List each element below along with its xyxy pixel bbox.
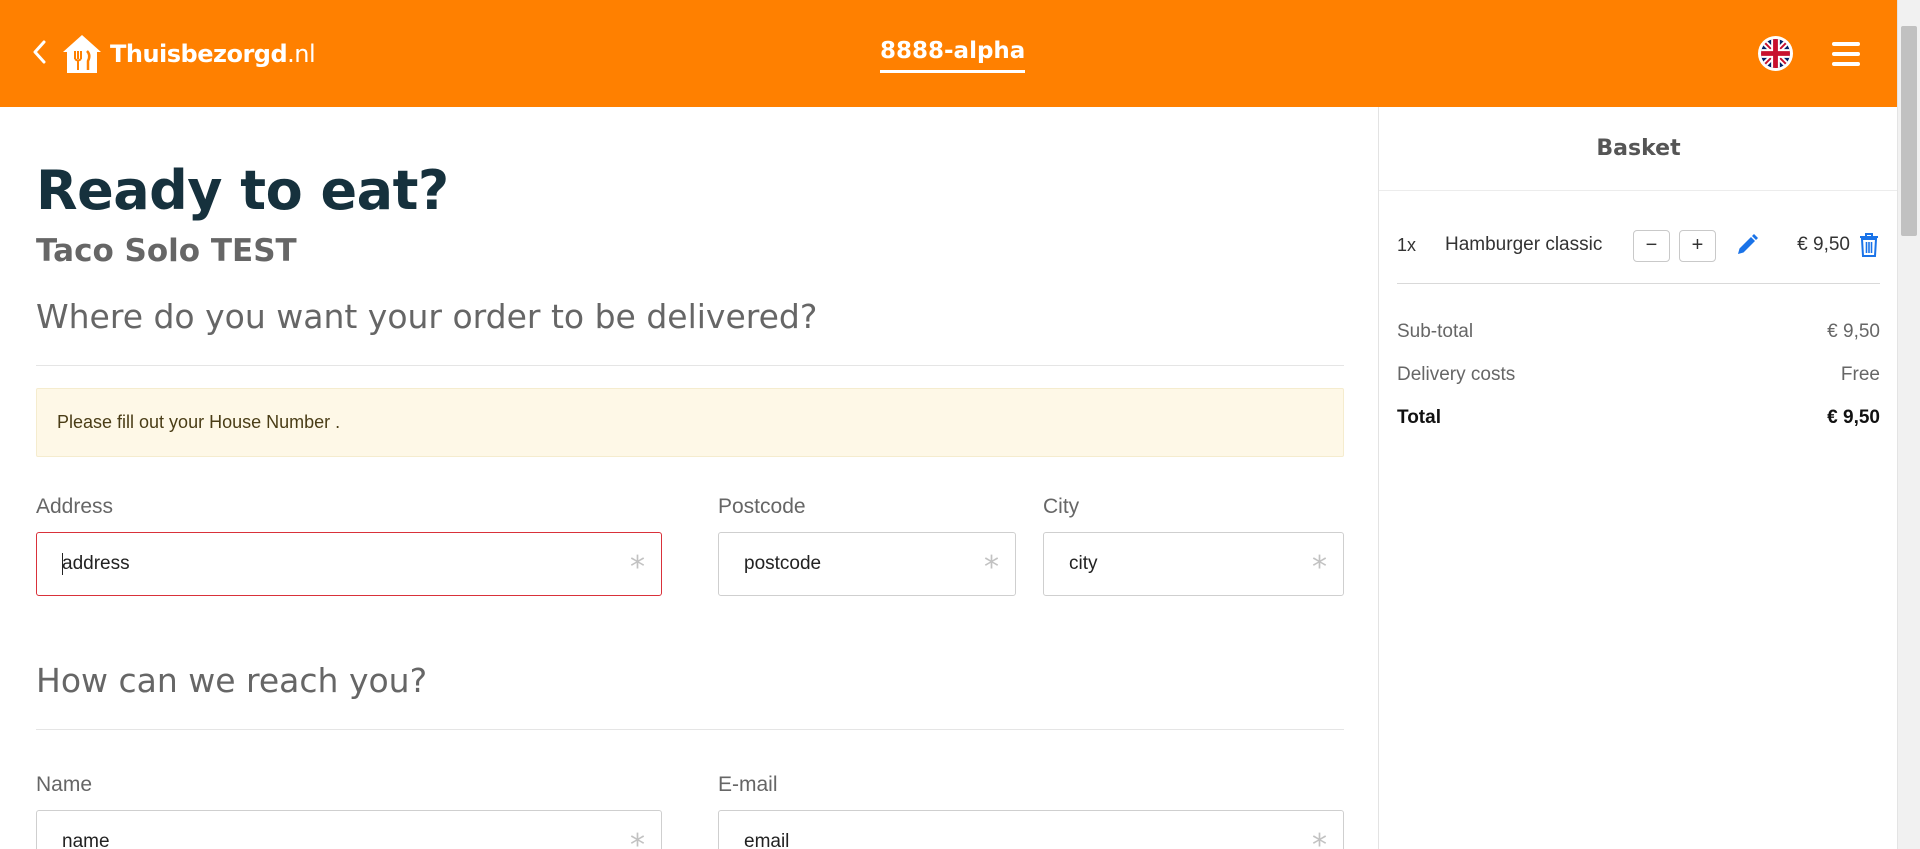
total-label: Total	[1397, 407, 1441, 428]
uk-flag-icon	[1761, 39, 1790, 68]
delivery-costs-label: Delivery costs	[1397, 364, 1516, 385]
delivery-costs-value: Free	[1840, 364, 1880, 385]
page-scrollbar[interactable]	[1897, 0, 1920, 849]
restaurant-name: Taco Solo TEST	[36, 233, 297, 269]
hamburger-menu-icon[interactable]	[1832, 42, 1860, 66]
address-label: Address	[36, 495, 114, 518]
decrease-quantity-button[interactable]: −	[1633, 230, 1670, 262]
required-marker: *	[984, 550, 999, 585]
page-title: Ready to eat?	[36, 159, 449, 222]
required-marker: *	[630, 828, 645, 849]
top-header: Thuisbezorgd.nl 8888-alpha	[0, 0, 1897, 107]
name-label: Name	[36, 773, 93, 796]
text-caret	[62, 553, 63, 575]
logo-house-icon	[63, 35, 101, 73]
address-field[interactable]: *	[36, 532, 662, 596]
chevron-left-icon	[33, 40, 46, 64]
subtotal-value: € 9,50	[1827, 321, 1880, 342]
required-marker: *	[630, 550, 645, 585]
basket-panel: Basket 1x Hamburger classic − + € 9,50 S…	[1378, 107, 1898, 849]
email-input[interactable]	[719, 811, 1343, 849]
address-input[interactable]	[37, 533, 661, 595]
language-selector[interactable]	[1758, 36, 1793, 71]
increase-quantity-button[interactable]: +	[1679, 230, 1716, 262]
validation-alert: Please fill out your House Number .	[36, 388, 1344, 457]
total-value: € 9,50	[1827, 407, 1880, 428]
postcode-input[interactable]	[719, 533, 1015, 595]
city-field[interactable]: *	[1043, 532, 1344, 596]
item-quantity: 1x	[1397, 235, 1417, 255]
contact-heading: How can we reach you?	[36, 661, 428, 700]
back-button[interactable]	[32, 40, 52, 66]
logo-text: Thuisbezorgd.nl	[110, 40, 316, 68]
basket-title: Basket	[1379, 107, 1898, 191]
required-marker: *	[1312, 828, 1327, 849]
scrollbar-thumb[interactable]	[1901, 26, 1917, 236]
delivery-costs-row: Delivery costs Free	[1397, 364, 1880, 390]
basket-item: 1x Hamburger classic − + € 9,50	[1397, 227, 1880, 265]
divider	[36, 729, 1344, 730]
subtotal-label: Sub-total	[1397, 321, 1474, 342]
subtotal-row: Sub-total € 9,50	[1397, 321, 1880, 347]
item-name: Hamburger classic	[1445, 234, 1603, 255]
total-row: Total € 9,50	[1397, 407, 1880, 433]
required-marker: *	[1312, 550, 1327, 585]
divider	[36, 365, 1344, 366]
restaurant-link[interactable]: 8888-alpha	[880, 38, 1026, 73]
name-field[interactable]: *	[36, 810, 662, 849]
alert-text: Please fill out your House Number .	[57, 412, 341, 432]
postcode-label: Postcode	[718, 495, 806, 518]
delivery-heading: Where do you want your order to be deliv…	[36, 297, 818, 336]
edit-pencil-icon[interactable]	[1735, 233, 1759, 257]
city-input[interactable]	[1044, 533, 1343, 595]
email-label: E-mail	[718, 773, 778, 796]
divider	[1397, 283, 1880, 284]
postcode-field[interactable]: *	[718, 532, 1016, 596]
city-label: City	[1043, 495, 1080, 518]
name-input[interactable]	[37, 811, 661, 849]
trash-icon[interactable]	[1858, 232, 1880, 258]
logo[interactable]: Thuisbezorgd.nl	[60, 32, 316, 76]
email-field[interactable]: *	[718, 810, 1344, 849]
item-price: € 9,50	[1797, 234, 1850, 255]
